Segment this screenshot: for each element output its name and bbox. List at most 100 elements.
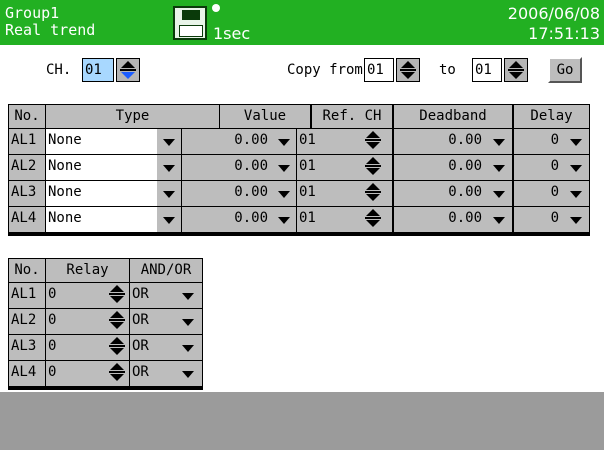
channel-spinner[interactable]	[116, 58, 140, 82]
alarm-delay-dropdown[interactable]	[563, 207, 589, 232]
alarm-type-dropdown[interactable]	[157, 181, 181, 206]
chevron-down-icon	[278, 216, 290, 224]
and-or-dropdown[interactable]	[174, 283, 202, 308]
chevron-down-icon	[493, 216, 505, 224]
channel-label: CH.	[46, 62, 72, 78]
alarm-delay-dropdown[interactable]	[563, 129, 589, 154]
chevron-down-icon	[570, 138, 582, 146]
header-no: No.	[9, 105, 45, 128]
group-name: Group1	[5, 4, 60, 22]
alarm-deadband-input[interactable]: 0.00	[394, 155, 486, 180]
alarm-type-dropdown[interactable]	[157, 129, 181, 154]
alarm-delay-input[interactable]: 0	[514, 155, 563, 180]
and-or-select[interactable]: OR	[130, 283, 174, 308]
alarm-delay-input[interactable]: 0	[514, 129, 563, 154]
alarm-ref-ch-input[interactable]: 01	[297, 129, 353, 154]
alarm-value-dropdown[interactable]	[272, 207, 296, 232]
channel-input[interactable]: 01	[82, 58, 114, 82]
alarm-delay-dropdown[interactable]	[563, 181, 589, 206]
relay-input[interactable]: 0	[46, 283, 104, 308]
relay-no: AL2	[9, 309, 45, 334]
copy-from-spinner[interactable]	[396, 58, 420, 82]
relay-input[interactable]: 0	[46, 335, 104, 360]
alarm-deadband-dropdown[interactable]	[486, 207, 512, 232]
alarm-ref-ch-input[interactable]: 01	[297, 155, 353, 180]
alarm-deadband-input[interactable]: 0.00	[394, 129, 486, 154]
alarm-deadband-input[interactable]: 0.00	[394, 181, 486, 206]
chevron-down-icon	[493, 164, 505, 172]
header-value: Value	[220, 105, 310, 128]
and-or-dropdown[interactable]	[174, 361, 202, 386]
and-or-select[interactable]: OR	[130, 309, 174, 334]
and-or-dropdown[interactable]	[174, 335, 202, 360]
alarm-delay-input[interactable]: 0	[514, 207, 563, 232]
alarm-ref-ch-spinner[interactable]	[353, 129, 392, 154]
and-or-select[interactable]: OR	[130, 335, 174, 360]
chevron-down-icon	[163, 138, 175, 146]
alarm-value-input[interactable]: 0.00	[182, 155, 272, 180]
chevron-down-icon	[493, 138, 505, 146]
alarm-ref-ch-input[interactable]: 01	[297, 181, 353, 206]
alarm-type-select[interactable]: None	[46, 155, 157, 180]
chevron-down-icon	[278, 190, 290, 198]
alarm-ref-ch-spinner[interactable]	[353, 181, 392, 206]
alarm-no: AL3	[9, 181, 45, 206]
alarm-value-dropdown[interactable]	[272, 181, 296, 206]
chevron-down-icon	[278, 138, 290, 146]
alarm-value-dropdown[interactable]	[272, 129, 296, 154]
header-deadband: Deadband	[394, 105, 512, 128]
alarm-deadband-dropdown[interactable]	[486, 155, 512, 180]
alarm-type-select[interactable]: None	[46, 181, 157, 206]
alarm-value-input[interactable]: 0.00	[182, 181, 272, 206]
relay-spinner[interactable]	[104, 335, 129, 360]
copy-from-label: Copy from	[287, 62, 363, 78]
alarm-type-dropdown[interactable]	[157, 207, 181, 232]
status-header: Group1 Real trend 1sec 2006/06/08 17:51:…	[0, 0, 604, 45]
chevron-down-icon	[182, 318, 194, 326]
alarm-value-input[interactable]: 0.00	[182, 207, 272, 232]
and-or-select[interactable]: OR	[130, 361, 174, 386]
relay-settings-table: No. Relay AND/OR AL1 0 OR AL2 0 OR AL3 0 OR AL4 0 OR	[8, 258, 203, 390]
alarm-delay-input[interactable]: 0	[514, 181, 563, 206]
alarm-ref-ch-spinner[interactable]	[353, 155, 392, 180]
alarm-settings-table: No. Type Value Ref. CH Deadband Delay AL1 None 0…	[8, 104, 590, 236]
alarm-deadband-dropdown[interactable]	[486, 129, 512, 154]
chevron-down-icon	[570, 190, 582, 198]
relay-input[interactable]: 0	[46, 309, 104, 334]
header-ref-ch: Ref. CH	[312, 105, 392, 128]
relay-no: AL4	[9, 361, 45, 386]
alarm-type-select[interactable]: None	[46, 129, 157, 154]
alarm-deadband-input[interactable]: 0.00	[394, 207, 486, 232]
alarm-delay-dropdown[interactable]	[563, 155, 589, 180]
relay-spinner[interactable]	[104, 361, 129, 386]
chevron-down-icon	[278, 164, 290, 172]
alarm-no: AL1	[9, 129, 45, 154]
footer-bar	[0, 392, 604, 450]
relay-no: AL3	[9, 335, 45, 360]
alarm-type-select[interactable]: None	[46, 207, 157, 232]
chevron-down-icon	[182, 344, 194, 352]
date-display: 2006/06/08	[507, 4, 600, 23]
copy-to-input[interactable]: 01	[472, 58, 502, 82]
alarm-ref-ch-input[interactable]: 01	[297, 207, 353, 232]
chevron-down-icon	[163, 216, 175, 224]
copy-to-spinner[interactable]	[504, 58, 528, 82]
relay-spinner[interactable]	[104, 309, 129, 334]
alarm-value-dropdown[interactable]	[272, 155, 296, 180]
and-or-dropdown[interactable]	[174, 309, 202, 334]
relay-spinner[interactable]	[104, 283, 129, 308]
copy-from-input[interactable]: 01	[364, 58, 394, 82]
alarm-ref-ch-spinner[interactable]	[353, 207, 392, 232]
time-display: 17:51:13	[528, 24, 600, 43]
chevron-down-icon	[163, 190, 175, 198]
go-button[interactable]: Go	[548, 57, 582, 83]
alarm-type-dropdown[interactable]	[157, 155, 181, 180]
relay-input[interactable]: 0	[46, 361, 104, 386]
alarm-value-input[interactable]: 0.00	[182, 129, 272, 154]
header-type: Type	[46, 105, 219, 128]
alarm-deadband-dropdown[interactable]	[486, 181, 512, 206]
alarm-no: AL4	[9, 207, 45, 232]
chevron-down-icon	[182, 370, 194, 378]
chevron-down-icon	[570, 216, 582, 224]
status-dot-icon	[212, 4, 220, 12]
